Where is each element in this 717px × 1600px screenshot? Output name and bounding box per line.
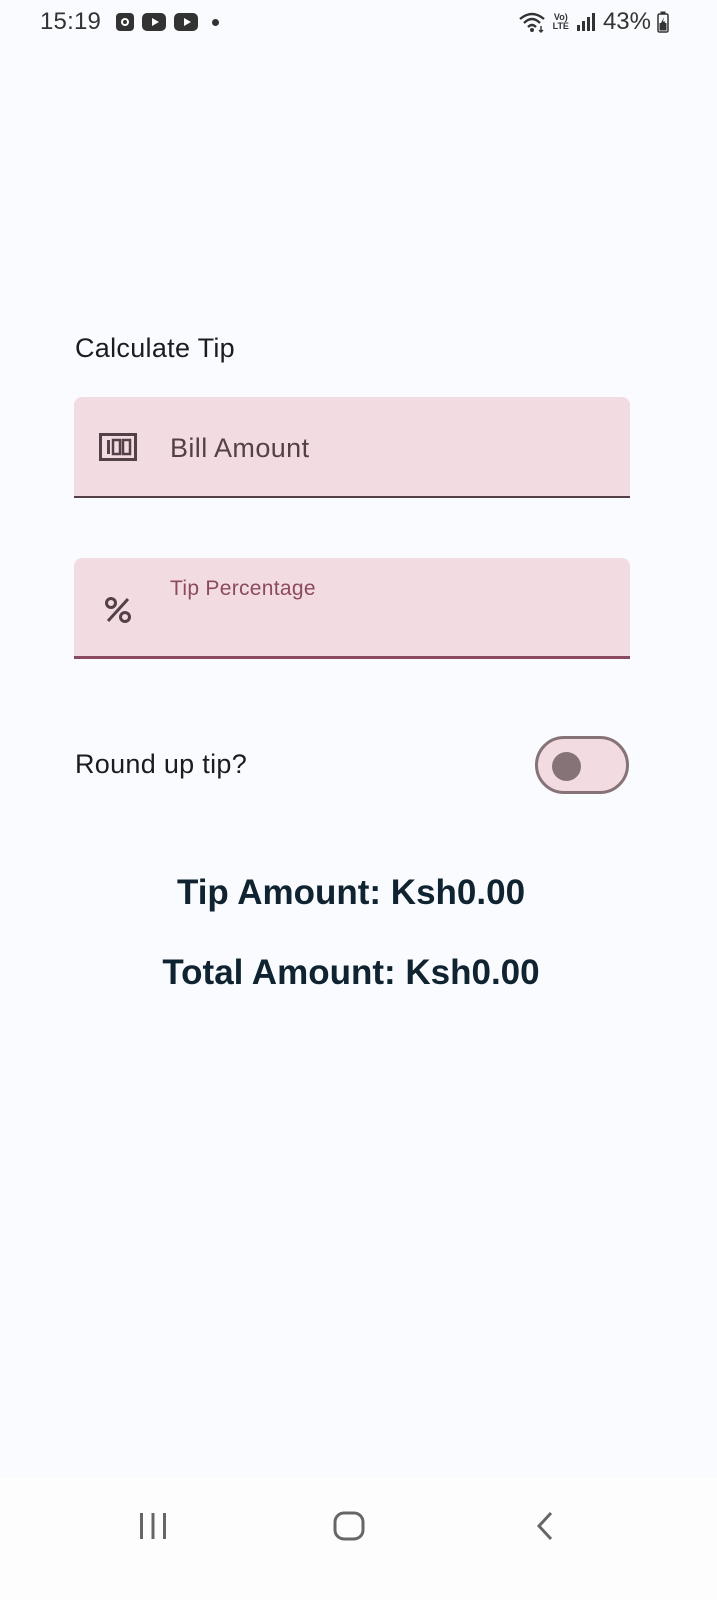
youtube-icon — [142, 13, 166, 31]
notification-icons — [116, 12, 219, 32]
recent-apps-icon[interactable] — [136, 1508, 170, 1544]
battery-icon — [657, 11, 669, 33]
home-icon[interactable] — [330, 1508, 368, 1544]
page-title: Calculate Tip — [75, 333, 235, 363]
tip-percentage-field[interactable]: Tip Percentage — [74, 558, 630, 659]
youtube-icon — [174, 13, 198, 31]
signal-icon — [576, 13, 595, 31]
status-time: 15:19 — [40, 8, 102, 35]
tip-amount-text: Tip Amount: Ksh0.00 — [176, 873, 526, 912]
percent-icon — [99, 596, 137, 624]
tip-percentage-label: Tip Percentage — [170, 577, 316, 600]
status-bar: 15:19 Vo) LTE 43% — [0, 0, 717, 44]
clock-notification-icon — [116, 13, 134, 31]
money-icon — [99, 432, 137, 461]
bill-amount-placeholder: Bill Amount — [170, 433, 310, 463]
round-up-label: Round up tip? — [75, 749, 248, 779]
back-icon[interactable] — [530, 1508, 560, 1544]
wifi-icon — [518, 12, 545, 33]
total-amount-text: Total Amount: Ksh0.00 — [162, 953, 540, 992]
navigation-bar — [0, 1478, 717, 1600]
dot-icon — [212, 18, 219, 26]
volte-icon: Vo) LTE — [552, 12, 569, 31]
app-screen: 15:19 Vo) LTE 43% Calculate Tip Bill Amo… — [0, 0, 717, 1600]
bill-amount-field[interactable]: Bill Amount — [74, 397, 630, 498]
switch-thumb — [552, 752, 581, 781]
round-up-switch[interactable] — [535, 736, 629, 794]
battery-percent: 43% — [602, 8, 651, 35]
system-status-icons: Vo) LTE 43% — [517, 8, 669, 36]
